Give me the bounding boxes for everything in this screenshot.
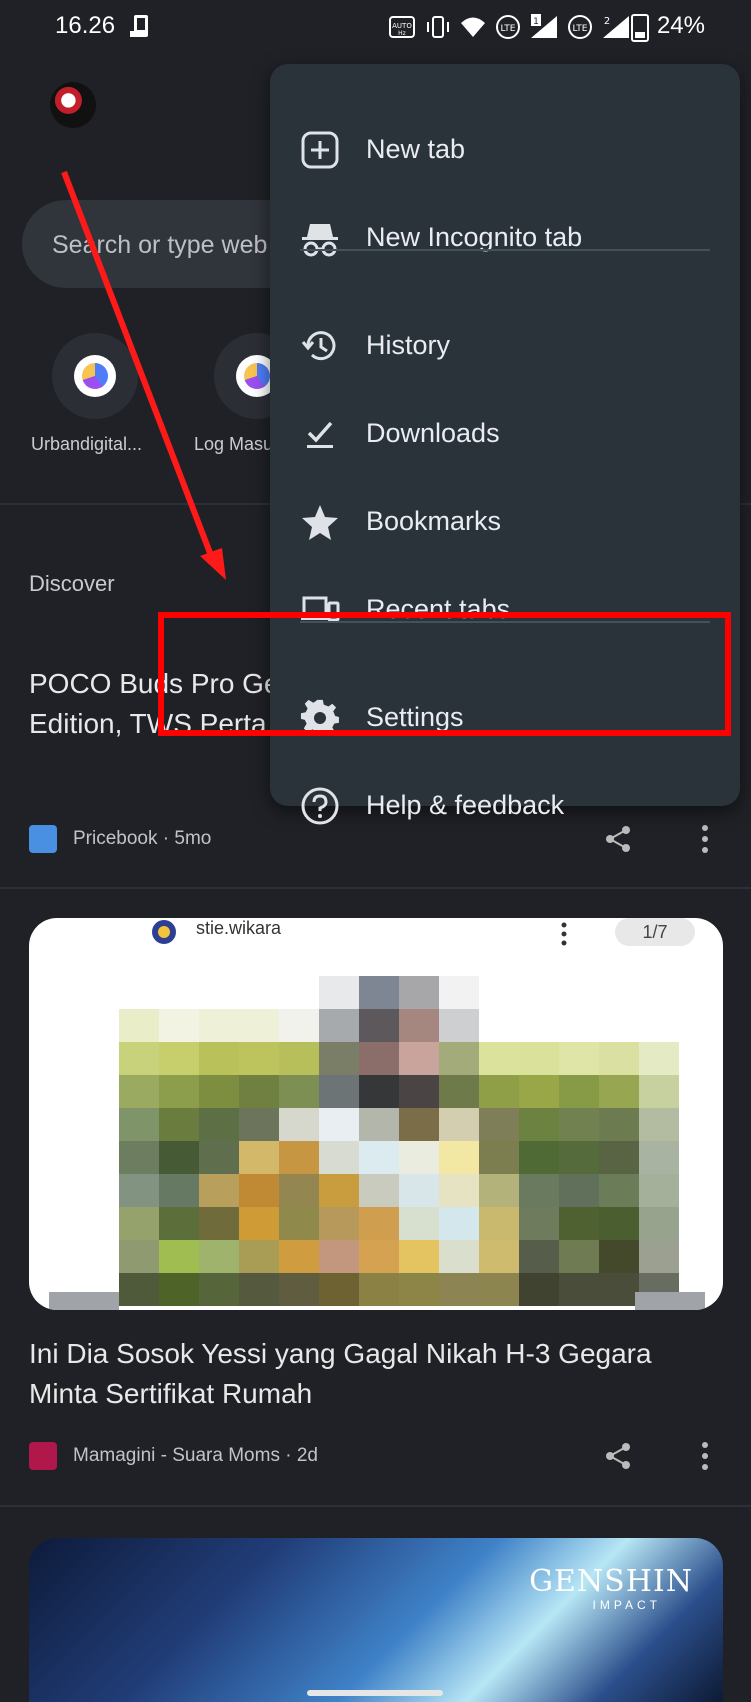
shortcut-label-log-masuk[interactable]: Log Masuk [194,434,282,455]
article-title-line2[interactable]: Minta Sertifikat Rumah [29,1374,312,1414]
svg-text:2: 2 [604,16,610,27]
svg-text:Hz: Hz [398,30,406,37]
incognito-icon [302,224,338,257]
image-strip-left [49,1292,119,1310]
article-source: Mamagini - Suara Moms · 2d [73,1445,318,1466]
article-title-line1[interactable]: Ini Dia Sosok Yessi yang Gagal Nikah H-3… [29,1334,652,1374]
article-image[interactable]: stie.wikara 1/7 [29,918,723,1310]
genshin-logo: GENSHIN [529,1564,693,1599]
vibrate-icon [427,16,449,38]
gesture-nav-handle[interactable] [307,1690,443,1696]
shortcut-label-urbandigital[interactable]: Urbandigital... [31,434,142,455]
menu-item-new-tab[interactable]: New tab [270,110,740,190]
image-caption: stie.wikara [196,918,282,938]
image-count-badge: 1/7 [615,918,695,946]
wifi-icon [461,17,487,39]
mamagini-icon [29,1442,57,1470]
discover-title: Discover [29,571,115,596]
annotation-highlight-box [158,612,731,736]
genshin-logo-sub: IMPACT [592,1598,661,1612]
status-time: 16.26 [55,12,116,39]
volte-icon: LTE [496,15,520,39]
divider [0,1505,751,1507]
status-icons: AUTO Hz LTE 1 LTE 2 [389,12,631,42]
share-icon[interactable] [603,1441,633,1471]
more-vert-icon[interactable] [700,1441,710,1471]
divider [0,887,751,889]
battery-percent: 24% [656,12,705,39]
menu-item-bookmarks[interactable]: Bookmarks [270,482,740,562]
menu-divider [300,249,710,251]
star-icon [302,505,338,540]
image-strip-right [635,1292,705,1310]
svg-text:LTE: LTE [573,24,588,34]
history-icon [301,331,336,361]
profile-badge-icon [152,920,176,944]
battery-icon [631,14,649,42]
shortcut-urbandigital[interactable] [52,333,138,419]
menu-label: New tab [366,134,466,164]
svg-text:AUTO: AUTO [392,22,412,30]
phone-icon [130,15,148,37]
menu-item-new-incognito-tab[interactable]: New Incognito tab [270,198,740,278]
urbandigital-icon [74,355,116,397]
menu-label: Downloads [366,418,500,448]
menu-label: History [366,330,451,360]
plus-box-icon [301,131,339,169]
help-icon [301,787,339,825]
menu-label: Bookmarks [366,506,502,536]
svg-text:1: 1 [533,17,539,27]
pricebook-icon [29,825,57,853]
avatar[interactable] [50,82,96,128]
volte-icon-2: LTE [568,15,592,39]
auto-hz-icon: AUTO Hz [389,16,415,38]
menu-item-history[interactable]: History [270,306,740,386]
menu-label: Help & feedback [366,790,565,820]
article-image[interactable]: GENSHIN IMPACT [29,1538,723,1702]
download-icon [307,421,333,448]
article-source: Pricebook · 5mo [73,828,212,849]
signal-2-icon: 2 [603,16,629,38]
menu-item-help-feedback[interactable]: Help & feedback [270,766,740,846]
menu-item-downloads[interactable]: Downloads [270,394,740,474]
pixelated-photo [119,976,679,1306]
signal-1-icon: 1 [531,14,557,38]
svg-text:LTE: LTE [501,24,516,34]
more-vert-icon [561,922,567,946]
